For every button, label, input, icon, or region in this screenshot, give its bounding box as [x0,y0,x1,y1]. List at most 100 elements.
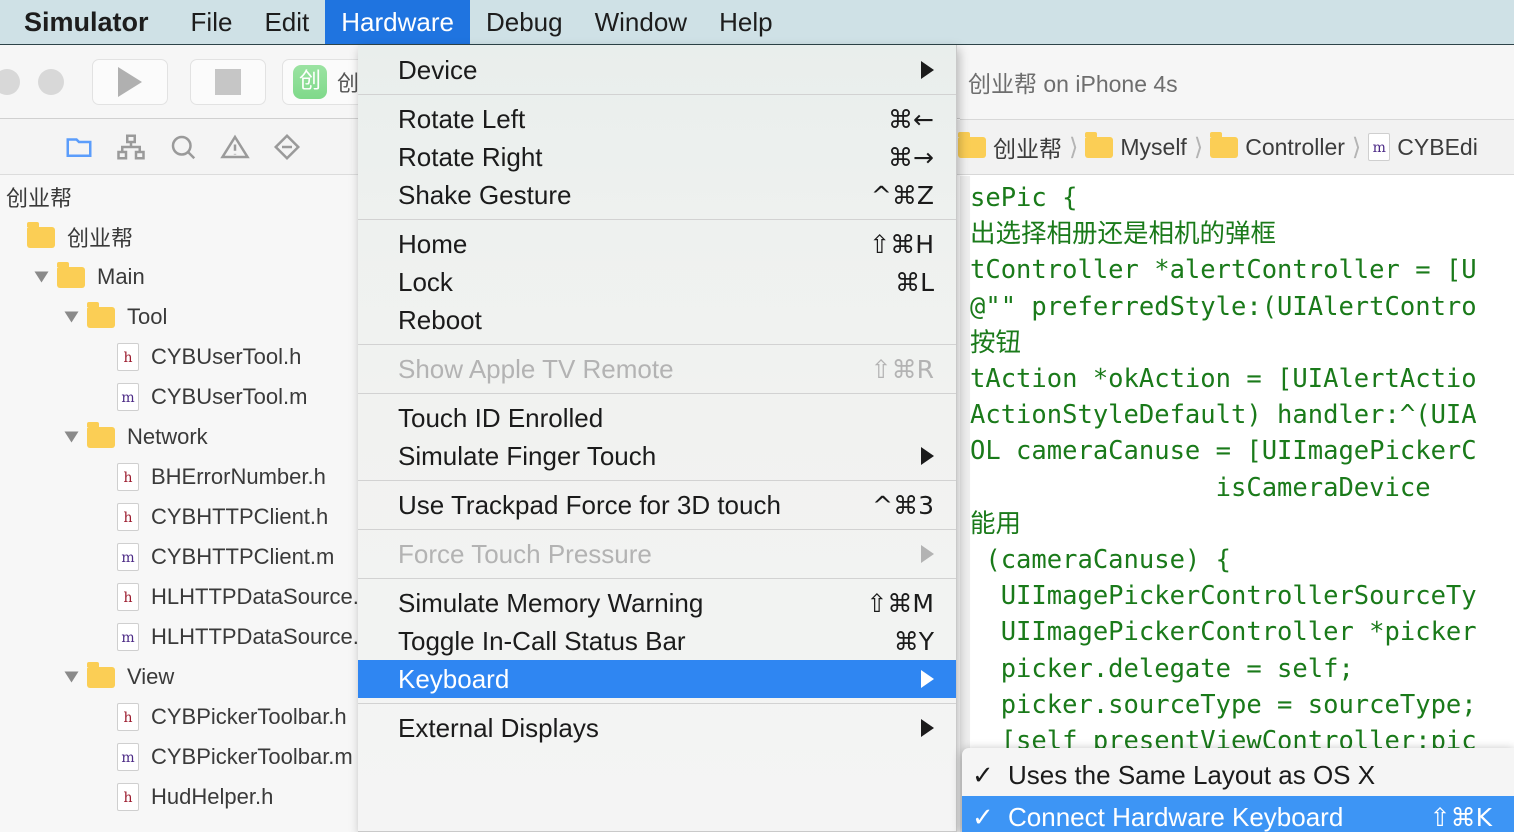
navigator-row[interactable]: View [0,657,359,697]
menu-item-show-apple-tv-remote: Show Apple TV Remote ⇧⌘R [358,350,956,388]
menu-item-reboot[interactable]: Reboot [358,301,956,339]
run-destination-label: 创业帮 on iPhone 4s [968,71,1178,97]
disclosure-triangle-icon[interactable] [34,271,49,283]
submenu-item-connect-hardware-keyboard[interactable]: ✓ Connect Hardware Keyboard ⇧⌘K [962,796,1514,832]
folder-icon[interactable] [64,132,94,162]
folder-icon [87,301,115,328]
menu-item-simulate-finger-touch[interactable]: Simulate Finger Touch [358,437,956,475]
menu-item-lock[interactable]: Lock ⌘L [358,263,956,301]
menu-bar-item-file[interactable]: File [175,0,249,44]
menu-bar-item-hardware[interactable]: Hardware [325,0,470,44]
navigator-row[interactable]: h HudHelper.h [0,777,359,817]
menu-bar-item-label: Debug [485,6,563,37]
navigator-row[interactable]: m CYBUserTool.m [0,377,359,417]
file-m-icon: m [117,743,139,771]
stop-button[interactable] [190,58,266,105]
chevron-right-icon: ⟩ [1069,133,1079,161]
submenu-arrow-icon [921,447,934,465]
menu-bar-item-help[interactable]: Help [703,0,788,44]
hardware-menu[interactable]: Device Rotate Left ⌘← Rotate Right ⌘→ Shake G… [358,45,957,832]
navigator-row[interactable]: m HLHTTPDataSource.m [0,617,359,657]
navigator-row-label: CYBUserTool.h [151,344,302,369]
menu-item-keyboard[interactable]: Keyboard [358,660,956,698]
navigator-row[interactable]: h HLHTTPDataSource.h [0,577,359,617]
menu-item-label: Simulate Memory Warning [398,587,704,618]
folder-icon [1210,131,1239,158]
navigator-row[interactable]: h CYBUserTool.h [0,337,359,377]
menu-item-shortcut: ^⌘Z [870,180,934,210]
breadcrumb-item-0[interactable]: 创业帮 [993,130,1062,164]
navigator-row-label: HLHTTPDataSource.m [151,624,360,649]
source-editor[interactable]: sePic { 出选择相册还是相机的弹框 tController *alertC… [960,176,1514,832]
keyboard-submenu[interactable]: ✓ Uses the Same Layout as OS X ✓ Connect Ha… [962,748,1514,832]
menu-item-touch-id-enrolled[interactable]: Touch ID Enrolled [358,399,956,437]
menu-item-simulate-memory-warning[interactable]: Simulate Memory Warning ⇧⌘M [358,584,956,622]
play-icon [118,66,142,97]
menu-item-shortcut: ⇧⌘R [870,354,934,384]
menu-bar-item-window[interactable]: Window [579,0,703,44]
menu-item-home[interactable]: Home ⇧⌘H [358,225,956,263]
menu-item-label: Toggle In-Call Status Bar [398,625,686,656]
navigator-row[interactable]: h BHErrorNumber.h [0,457,359,497]
menu-item-shortcut: ⌘→ [888,142,934,172]
search-icon[interactable] [168,132,198,162]
keyboard-submenu-items: ✓ Uses the Same Layout as OS X ✓ Connect Ha… [962,754,1514,832]
warning-icon[interactable] [220,132,250,162]
folder-icon [57,261,85,288]
menu-item-device[interactable]: Device [358,51,956,89]
submenu-item-uses-the-same-layout-as-os-x[interactable]: ✓ Uses the Same Layout as OS X [962,754,1514,796]
menu-bar-item-edit[interactable]: Edit [248,0,325,44]
menu-item-label: Force Touch Pressure [398,538,652,569]
navigator-row[interactable]: Main [0,257,359,297]
file-m-icon: m [117,543,139,571]
minus-diamond-icon[interactable] [272,132,302,162]
minimize-button[interactable] [38,68,64,95]
breadcrumb-item-1[interactable]: Myself [1120,134,1186,161]
navigator-row[interactable]: m CYBPickerToolbar.m [0,737,359,777]
file-h-icon: h [117,503,139,531]
run-button[interactable] [92,58,168,105]
menu-item-use-trackpad-force-for-3d-touch[interactable]: Use Trackpad Force for 3D touch ^⌘3 [358,486,956,524]
navigator-row[interactable]: 创业帮 [0,217,359,257]
disclosure-triangle-icon[interactable] [64,431,79,443]
breadcrumb-item-3[interactable]: CYBEdi [1397,134,1478,161]
menu-item-toggle-in-call-status-bar[interactable]: Toggle In-Call Status Bar ⌘Y [358,622,956,660]
submenu-item-shortcut: ⇧⌘K [1429,802,1492,832]
menu-bar-item-simulator[interactable]: Simulator [0,0,175,44]
menu-item-rotate-left[interactable]: Rotate Left ⌘← [358,100,956,138]
menu-item-label: Shake Gesture [398,179,572,210]
hierarchy-icon[interactable] [116,132,146,162]
navigator-row[interactable]: m CYBHTTPClient.m [0,537,359,577]
menu-bar-items: Simulator File Edit Hardware Debug Window Help [0,0,789,44]
breadcrumb[interactable]: 创业帮 ⟩ Myself ⟩ Controller ⟩ m CYBEdi [930,120,1514,175]
navigator-selector-bar [0,119,360,175]
folder-icon [87,661,115,688]
menu-item-external-displays[interactable]: External Displays [358,709,956,747]
disclosure-triangle-icon[interactable] [64,671,79,683]
menu-bar-item-debug[interactable]: Debug [470,0,579,44]
breadcrumb-item-2[interactable]: Controller [1245,134,1345,161]
file-m-icon: m [117,383,139,411]
navigator-row[interactable]: Tool [0,297,359,337]
menu-item-label: Rotate Right [398,141,543,172]
simulator-xcode-screen: 创 创业帮 创业帮 创业帮 Main [0,0,1514,832]
menu-separator [358,578,956,579]
menu-item-rotate-right[interactable]: Rotate Right ⌘→ [358,138,956,176]
run-destination-bar[interactable]: 创业帮 on iPhone 4s [960,45,1514,120]
source-code-text[interactable]: sePic { 出选择相册还是相机的弹框 tController *alertC… [970,180,1514,759]
navigator-row[interactable]: Network [0,417,359,457]
menu-item-shake-gesture[interactable]: Shake Gesture ^⌘Z [358,176,956,214]
folder-icon [87,421,115,448]
menu-bar-item-label: File [190,6,233,37]
menu-item-shortcut: ⇧⌘H [869,229,934,259]
menu-separator [358,480,956,481]
navigator-row-label: CYBUserTool.m [151,384,308,409]
close-button[interactable] [0,68,20,95]
disclosure-triangle-icon[interactable] [64,311,79,323]
hardware-menu-items: Device Rotate Left ⌘← Rotate Right ⌘→ Shake G… [358,51,956,747]
submenu-arrow-icon [921,719,934,737]
project-navigator[interactable]: 创业帮 创业帮 Main Tool h CYBUserTool.h m CYBUserToo… [0,175,360,832]
navigator-row[interactable]: h CYBHTTPClient.h [0,497,359,537]
navigator-row[interactable]: h CYBPickerToolbar.h [0,697,359,737]
window-traffic-lights[interactable] [0,68,64,95]
